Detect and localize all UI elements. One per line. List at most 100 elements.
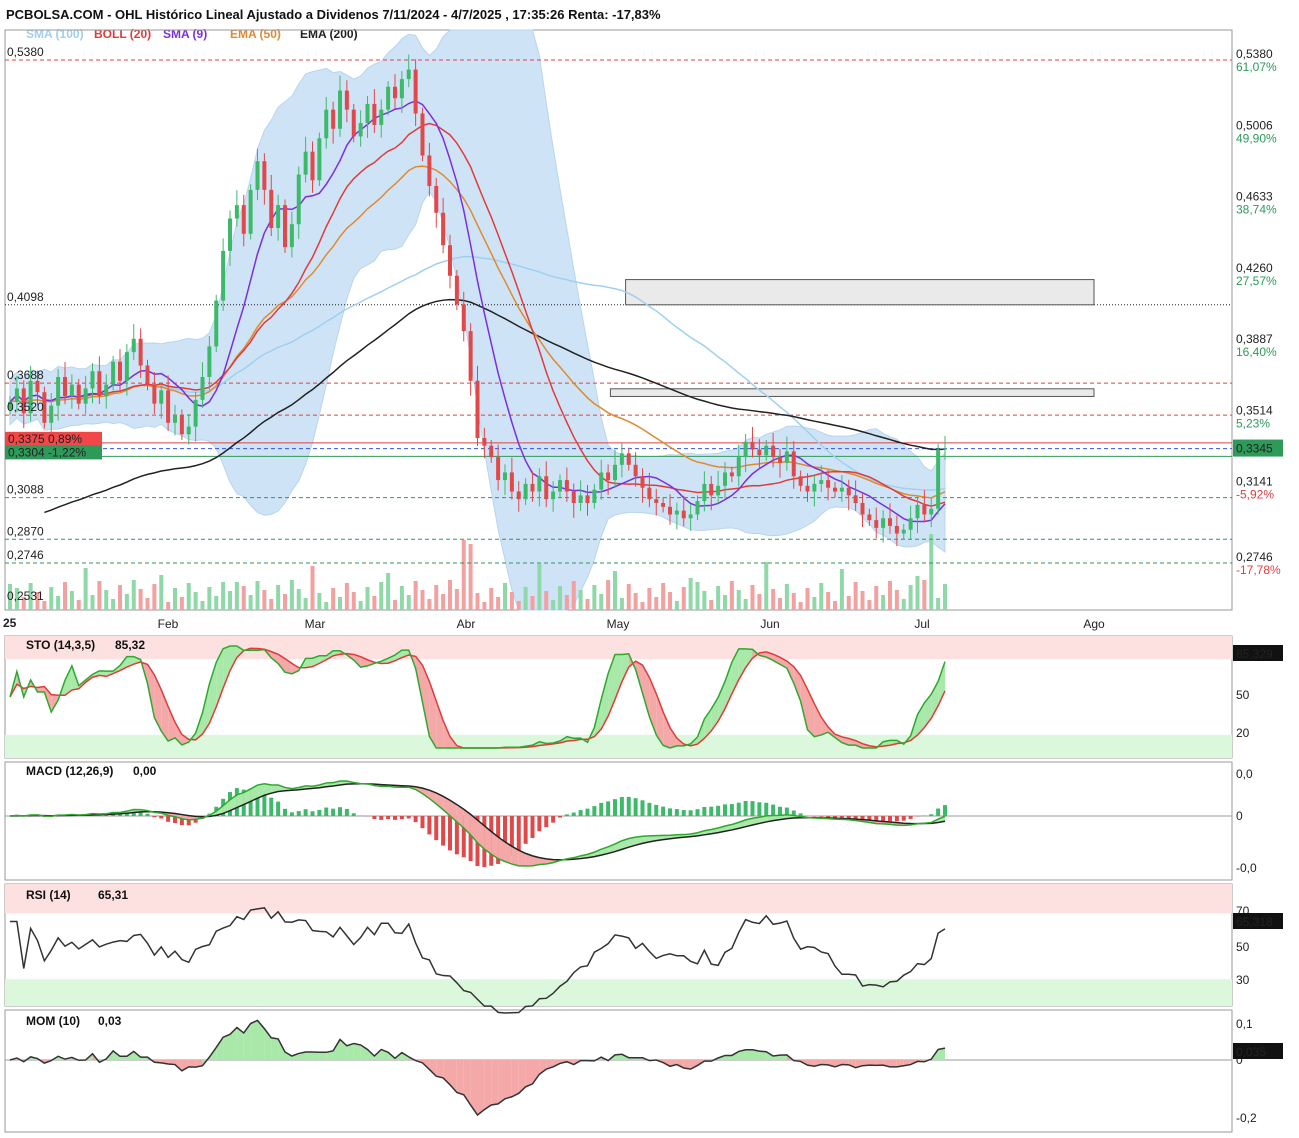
volume-bar <box>764 562 769 610</box>
macd-panel: MACD (12,26,9) 0,00 0,00-0,0 <box>5 764 1257 875</box>
candle-body <box>888 518 892 526</box>
month-label-5: Jul <box>914 617 929 631</box>
candle-body <box>186 426 191 435</box>
candle-body <box>379 109 384 125</box>
candle-body <box>826 480 831 488</box>
macd-hist-bar <box>289 812 294 816</box>
volume-bar <box>111 599 116 610</box>
candle-body <box>661 502 666 507</box>
panel-label: STO (14,3,5) <box>26 638 95 652</box>
legend: SMA (100) BOLL (20) SMA (9) EMA (50) EMA (20… <box>26 27 358 41</box>
volume-bar <box>393 600 397 610</box>
candle-body <box>812 483 817 492</box>
volume-bar <box>564 595 569 610</box>
macd-hist-bar <box>393 816 397 820</box>
volume-bar <box>888 581 892 610</box>
volume-bar <box>578 590 583 610</box>
macd-hist-bar <box>709 806 714 816</box>
axis-pct-3: 27,57% <box>1236 274 1277 288</box>
candle-body <box>83 388 88 404</box>
left-label-0: 0,5380 <box>7 45 44 59</box>
macd-hist-bar <box>633 798 638 816</box>
volume-bar <box>159 575 164 610</box>
candle-body <box>296 174 301 225</box>
candle-body <box>317 138 322 181</box>
candle-body <box>709 483 714 496</box>
candle-body <box>468 331 473 381</box>
macd-hist-bar <box>640 800 645 816</box>
volume-bar <box>186 583 191 610</box>
volume-bar <box>386 573 391 610</box>
volume-bar <box>791 593 796 610</box>
candle-body <box>193 399 198 427</box>
macd-tick-1: 0 <box>1236 809 1243 823</box>
macd-hist-bar <box>372 816 377 819</box>
candle-body <box>434 186 439 213</box>
left-label-3: 0,3520 <box>7 400 44 414</box>
volume-bar <box>723 595 727 610</box>
candle-body <box>248 189 253 234</box>
axis-price-5: 0,3514 <box>1236 403 1273 417</box>
volume-bar <box>296 589 301 610</box>
volume-bar <box>599 594 604 610</box>
panel-label: MOM (10) <box>26 1014 80 1028</box>
axis-price-0: 0,5380 <box>1236 47 1273 61</box>
volume-bar <box>406 595 411 610</box>
macd-hist-bar <box>338 807 342 816</box>
candle-body <box>420 113 425 156</box>
sto-fill <box>436 701 444 748</box>
macd-hist-bar <box>764 802 769 816</box>
candle-body <box>262 161 267 190</box>
mom-fill <box>505 1060 512 1099</box>
candle-body <box>372 103 377 125</box>
macd-hist-bar <box>269 797 274 816</box>
sto-badge-text: 85,329 <box>1236 647 1273 661</box>
volume-bar <box>709 600 714 610</box>
candle-body <box>145 365 150 385</box>
candle-body <box>166 390 171 423</box>
candle-body <box>723 472 727 486</box>
volume-bar <box>344 583 349 610</box>
macd-hist-bar <box>592 806 597 816</box>
candle-body <box>668 506 672 515</box>
volume-bar <box>241 586 246 610</box>
legend-item-2: SMA (9) <box>163 27 207 41</box>
macd-hist-bar <box>379 816 384 820</box>
candle-body <box>509 472 514 492</box>
volume-bar <box>908 585 913 610</box>
panel-value: 0,03 <box>98 1014 122 1028</box>
volume-bar <box>901 599 906 610</box>
candle-body <box>124 352 129 381</box>
volume-bar <box>613 571 617 610</box>
candle-body <box>97 371 102 397</box>
volume-bar <box>894 590 899 610</box>
volume-bar <box>943 584 947 610</box>
left-label-5: 0,2870 <box>7 524 44 538</box>
candle-body <box>922 504 927 515</box>
volume-bar <box>221 582 226 610</box>
candle-body <box>214 300 219 347</box>
candle-body <box>324 109 329 139</box>
mom-fill <box>188 1060 196 1068</box>
macd-hist-bar <box>826 816 831 818</box>
candle-body <box>406 69 411 80</box>
candle-body <box>523 483 528 500</box>
candle-body <box>131 338 136 353</box>
volume-bar <box>688 578 693 610</box>
volume-bar <box>681 587 686 610</box>
year-label: 25 <box>3 616 17 630</box>
candle-body <box>351 109 356 137</box>
volume-bar <box>454 589 459 610</box>
volume-bar <box>255 581 260 610</box>
macd-hist-bar <box>310 811 315 816</box>
candle-body <box>63 376 67 397</box>
candle-body <box>853 495 858 503</box>
volume-bar <box>496 597 501 610</box>
legend-item-3: EMA (50) <box>230 27 281 41</box>
volume-bar <box>145 598 150 610</box>
candle-body <box>764 445 769 456</box>
sto-tick-1: 50 <box>1236 688 1250 702</box>
volume-bar <box>833 601 837 610</box>
volume-bar <box>530 596 535 610</box>
candle-body <box>798 476 803 486</box>
